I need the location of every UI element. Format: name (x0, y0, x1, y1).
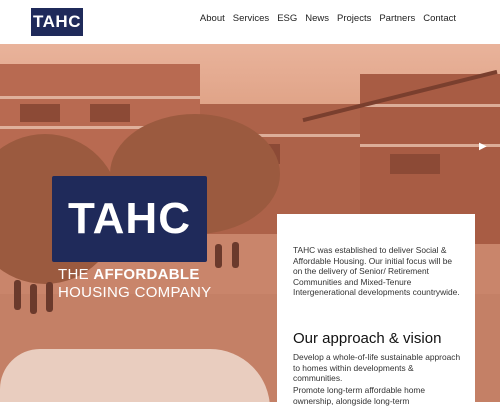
hero-logo-text: TAHC (68, 194, 191, 243)
nav-item-projects[interactable]: Projects (337, 13, 371, 24)
info-card: TAHC was established to deliver Social &… (277, 214, 475, 414)
window (20, 104, 60, 122)
tagline-bold: AFFORDABLE (93, 266, 200, 283)
approach-heading: Our approach & vision (293, 330, 442, 347)
person-figure (14, 280, 21, 310)
person-figure (30, 284, 37, 314)
logo-text: TAHC (33, 12, 81, 31)
person-figure (46, 282, 53, 312)
mouse-cursor-icon: ▶ (479, 141, 487, 152)
nav-item-services[interactable]: Services (233, 13, 269, 24)
nav-item-news[interactable]: News (305, 13, 329, 24)
tagline-prefix: THE (58, 266, 94, 283)
site-header: TAHC About Services ESG News Projects Pa… (0, 0, 500, 44)
site-logo[interactable]: TAHC (31, 8, 83, 36)
parked-car (0, 349, 270, 402)
hero-tagline: THE AFFORDABLE HOUSING COMPANY (58, 266, 211, 302)
nav-item-partners[interactable]: Partners (379, 13, 415, 24)
hero-logo: TAHC (52, 176, 207, 262)
balcony-rail (0, 96, 200, 99)
tagline-line2: HOUSING COMPANY (58, 284, 212, 301)
intro-text: TAHC was established to deliver Social &… (293, 245, 460, 298)
person-figure (215, 244, 222, 268)
nav-item-about[interactable]: About (200, 13, 225, 24)
window (390, 154, 440, 174)
balcony-rail (360, 104, 500, 107)
main-nav: About Services ESG News Projects Partner… (192, 13, 456, 24)
person-figure (232, 242, 239, 268)
nav-item-contact[interactable]: Contact (423, 13, 456, 24)
approach-paragraph-2: Promote long-term affordable home owners… (293, 385, 426, 406)
approach-paragraph-1: Develop a whole-of-life sustainable appr… (293, 352, 461, 384)
window (90, 104, 130, 122)
nav-item-esg[interactable]: ESG (277, 13, 297, 24)
